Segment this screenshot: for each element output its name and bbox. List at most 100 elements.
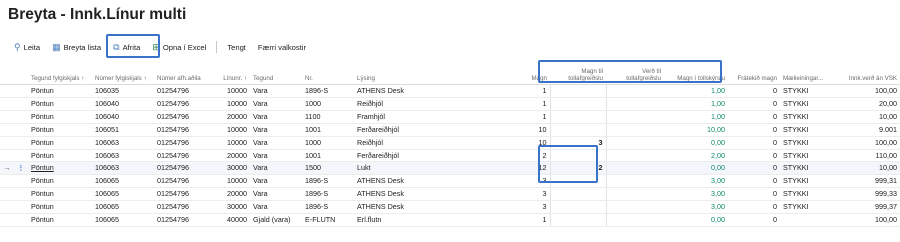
row-marker: [0, 123, 14, 137]
table-cell: Vara: [250, 200, 302, 215]
table-cell: 0: [728, 187, 780, 202]
table-cell: 0,00: [664, 213, 728, 227]
column-header[interactable]: Númer fylgiskjals ↑: [92, 62, 154, 85]
copy-button[interactable]: ⧉ Afrita: [107, 38, 146, 56]
table-row[interactable]: → ⋮ Pöntun 106063 01254796 30000 Vara 1500 Lukt 1…: [0, 161, 900, 176]
table-cell: 01254796: [154, 84, 214, 98]
table-cell: Vara: [250, 174, 302, 189]
table-cell[interactable]: Pöntun: [28, 174, 92, 189]
table-cell[interactable]: Pöntun: [28, 136, 92, 150]
table-cell[interactable]: Pöntun: [28, 84, 92, 98]
table-cell: 1: [510, 97, 550, 111]
table-cell: Reiðhjól: [354, 97, 510, 111]
table-cell: 0: [728, 213, 780, 227]
table-cell[interactable]: Pöntun: [28, 161, 92, 176]
table-cell: 106065: [92, 213, 154, 227]
row-menu[interactable]: ⋮: [14, 161, 28, 176]
table-cell: 106040: [92, 110, 154, 124]
table-cell: 1: [510, 213, 550, 227]
table-cell: 01254796: [154, 123, 214, 137]
fewer-options-button[interactable]: Færri valkostir: [252, 38, 312, 56]
table-cell: 0: [728, 97, 780, 111]
column-header[interactable]: Tegund: [250, 62, 302, 85]
table-cell: STYKKI: [780, 97, 844, 111]
table-row[interactable]: Pöntun 106035 01254796 10000 Vara 1896-S ATHEN…: [0, 84, 900, 98]
table-cell: ATHENS Desk: [354, 187, 510, 202]
table-row[interactable]: Pöntun 106065 01254796 40000 Gjald (vara) E-F…: [0, 213, 900, 227]
table-cell: STYKKI: [780, 136, 844, 150]
table-row[interactable]: Pöntun 106065 01254796 30000 Vara 1896-S ATHEN…: [0, 200, 900, 215]
excel-icon: ⊞: [152, 41, 160, 52]
table-cell: 1: [510, 110, 550, 124]
table-cell: 3: [510, 187, 550, 202]
table-cell[interactable]: Pöntun: [28, 97, 92, 111]
table-cell[interactable]: Pöntun: [28, 123, 92, 137]
row-menu: [14, 110, 28, 124]
table-cell: 20000: [214, 149, 250, 163]
table-cell: 9.001: [844, 123, 900, 137]
row-marker: [0, 84, 14, 98]
table-cell: 100,00: [844, 213, 900, 227]
table-cell: 0,00: [664, 161, 728, 176]
table-cell: 2: [549, 161, 606, 176]
table-cell: 01254796: [154, 187, 214, 202]
table-cell: 10: [510, 136, 550, 150]
page-title: Breyta - Innk.Línur multi: [8, 6, 187, 23]
table-cell: 1500: [302, 161, 354, 176]
table-cell: Reiðhjól: [354, 136, 510, 150]
table-cell[interactable]: Pöntun: [28, 200, 92, 215]
table-cell: STYKKI: [780, 84, 844, 98]
linked-button[interactable]: Tengt: [221, 38, 252, 56]
table-cell: STYKKI: [780, 149, 844, 163]
open-in-excel-button[interactable]: ⊞ Opna í Excel: [146, 38, 212, 56]
column-header[interactable]: Nr.: [302, 62, 354, 85]
edit-list-button[interactable]: ▦ Breyta lista: [46, 38, 107, 56]
table-cell: 106051: [92, 123, 154, 137]
table-row[interactable]: Pöntun 106065 01254796 10000 Vara 1896-S ATHEN…: [0, 174, 900, 189]
table-row[interactable]: Pöntun 106063 01254796 10000 Vara 1000 Reiðhjó…: [0, 136, 900, 150]
table-cell[interactable]: Pöntun: [28, 187, 92, 202]
column-header[interactable]: Magn: [510, 62, 550, 85]
column-header[interactable]: Mælieiningar...: [780, 62, 844, 85]
table-cell: [605, 174, 664, 189]
table-cell: [549, 200, 606, 215]
column-header[interactable]: Magn í tollskýrslu: [664, 62, 728, 85]
table-cell[interactable]: Pöntun: [28, 149, 92, 163]
table-cell: STYKKI: [780, 110, 844, 124]
table-cell: 10,00: [844, 161, 900, 176]
table-cell: 2: [510, 149, 550, 163]
table-cell: STYKKI: [780, 174, 844, 189]
table-cell: 999,31: [844, 174, 900, 189]
table-cell: [549, 187, 606, 202]
table-cell: 10: [510, 123, 550, 137]
column-header[interactable]: Tegund fylgiskjals ↑: [28, 62, 92, 85]
row-marker: [0, 187, 14, 202]
table-cell: 30000: [214, 161, 250, 176]
table-row[interactable]: Pöntun 106051 01254796 10000 Vara 1001 Ferðare…: [0, 123, 900, 137]
column-header[interactable]: Frátekið magn: [728, 62, 780, 85]
table-row[interactable]: Pöntun 106040 01254796 20000 Vara 1100 Framhjó…: [0, 110, 900, 124]
row-menu: [14, 149, 28, 163]
table-row[interactable]: Pöntun 106040 01254796 10000 Vara 1000 Reiðhjó…: [0, 97, 900, 111]
table-cell: Vara: [250, 97, 302, 111]
column-header[interactable]: Innk.verð án VSK: [844, 62, 900, 85]
table-cell[interactable]: Pöntun: [28, 110, 92, 124]
table-row[interactable]: Pöntun 106065 01254796 20000 Vara 1896-S ATHEN…: [0, 187, 900, 202]
table-cell: 40000: [214, 213, 250, 227]
fewer-options-label: Færri valkostir: [257, 42, 307, 52]
table-cell: 01254796: [154, 149, 214, 163]
column-header[interactable]: Magn til tollafgreiðslu: [550, 62, 606, 85]
table-header: Tegund fylgiskjals ↑ Númer fylgiskjals ↑ N…: [0, 62, 900, 85]
table-cell: 20000: [214, 110, 250, 124]
column-header[interactable]: Númer afh.aðila: [154, 62, 214, 85]
column-header[interactable]: Verð til tollafgreiðslu: [606, 62, 664, 85]
search-button[interactable]: ⚲ Leita: [8, 38, 46, 56]
column-header[interactable]: Lýsing: [354, 62, 510, 85]
column-header[interactable]: Línunr. ↑: [214, 62, 250, 85]
table-cell: 01254796: [154, 200, 214, 215]
row-menu: [14, 123, 28, 137]
row-menu: [14, 200, 28, 215]
table-row[interactable]: Pöntun 106063 01254796 20000 Vara 1001 Ferðare…: [0, 149, 900, 163]
table-cell[interactable]: Pöntun: [28, 213, 92, 227]
table-cell: 0: [728, 200, 780, 215]
